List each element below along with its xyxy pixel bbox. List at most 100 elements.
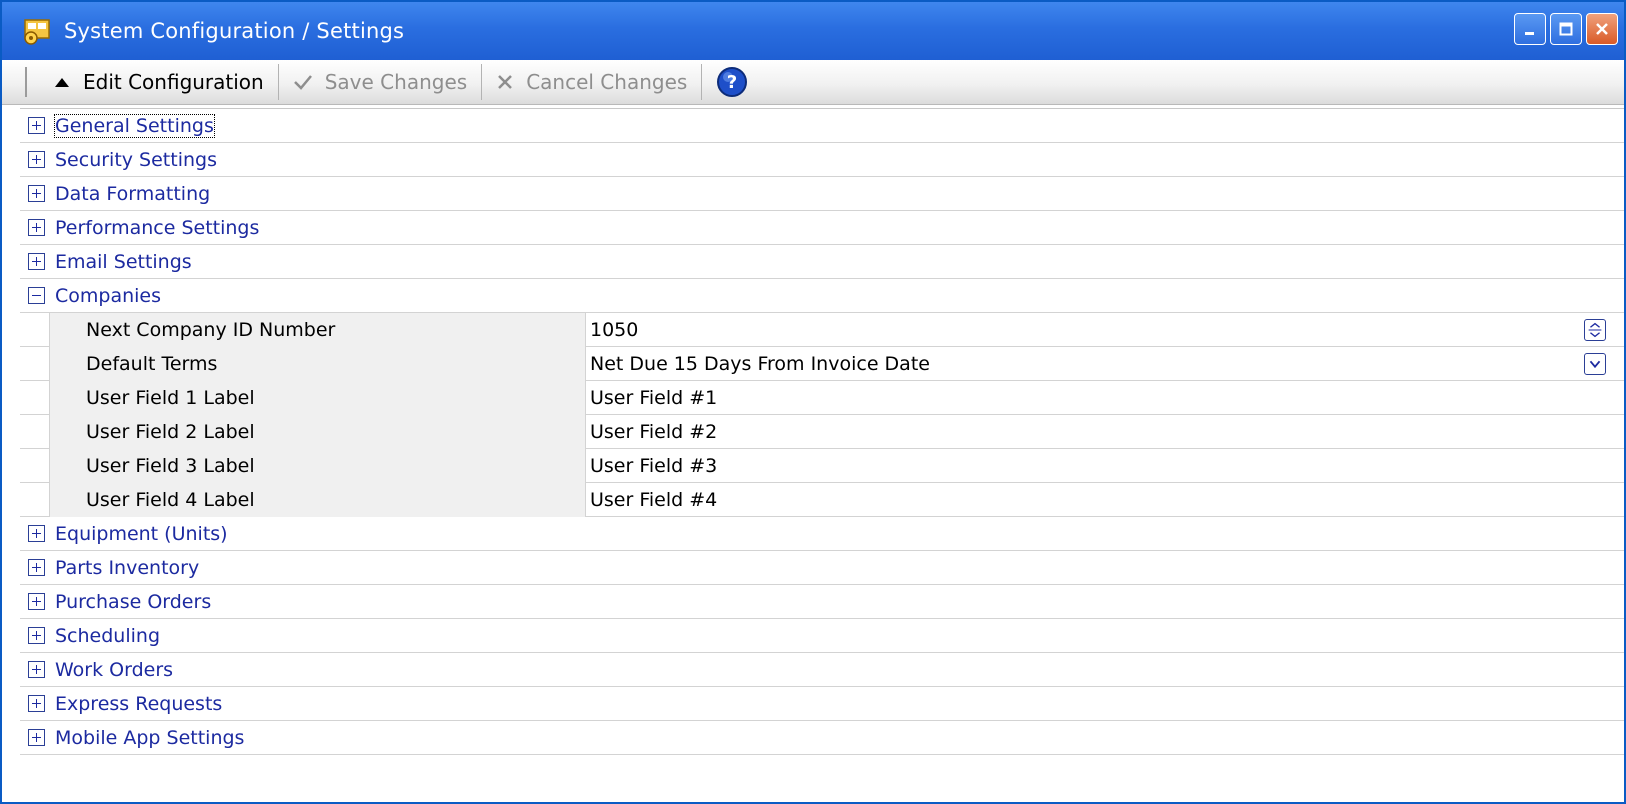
property-name: User Field 4 Label <box>50 482 586 517</box>
close-icon <box>1596 23 1608 35</box>
expand-icon[interactable] <box>28 729 45 746</box>
property-name: User Field 2 Label <box>50 414 586 449</box>
category-label: Email Settings <box>55 250 192 273</box>
category-label: Data Formatting <box>55 182 211 205</box>
property-row[interactable]: Default Terms Net Due 15 Days From Invoi… <box>20 346 1624 381</box>
row-indent <box>20 346 50 381</box>
category-label: General Settings <box>54 113 215 138</box>
category-row-mobile-app-settings[interactable]: Mobile App Settings <box>20 721 1624 755</box>
minimize-button[interactable] <box>1514 13 1546 45</box>
window-controls <box>1514 13 1618 45</box>
property-row[interactable]: User Field 1 Label User Field #1 <box>20 380 1624 415</box>
expand-icon[interactable] <box>28 253 45 270</box>
triangle-up-icon <box>55 78 69 87</box>
maximize-icon <box>1559 22 1573 36</box>
category-label: Parts Inventory <box>55 556 200 579</box>
property-value-text: User Field #4 <box>590 488 718 511</box>
row-indent <box>20 482 50 517</box>
category-row-general-settings[interactable]: General Settings <box>20 109 1624 143</box>
category-row-companies[interactable]: Companies <box>20 279 1624 313</box>
cancel-changes-label: Cancel Changes <box>526 70 688 94</box>
expand-icon[interactable] <box>28 117 45 134</box>
property-value-text: Net Due 15 Days From Invoice Date <box>590 352 930 375</box>
settings-window: System Configuration / Settings Edit Con… <box>0 0 1626 804</box>
category-row-security-settings[interactable]: Security Settings <box>20 143 1624 177</box>
category-row-performance-settings[interactable]: Performance Settings <box>20 211 1624 245</box>
title-bar[interactable]: System Configuration / Settings <box>2 2 1624 60</box>
category-label: Express Requests <box>55 692 223 715</box>
category-label: Purchase Orders <box>55 590 212 613</box>
category-label: Scheduling <box>55 624 161 647</box>
expand-icon[interactable] <box>28 151 45 168</box>
collapse-icon[interactable] <box>28 287 45 304</box>
row-indent <box>20 414 50 449</box>
category-label: Performance Settings <box>55 216 260 239</box>
category-row-work-orders[interactable]: Work Orders <box>20 653 1624 687</box>
category-label: Companies <box>55 284 162 307</box>
toolbar-separator <box>701 64 703 100</box>
property-grid: General Settings Security Settings Data … <box>20 108 1624 801</box>
category-label: Security Settings <box>55 148 217 171</box>
spin-editor-icon[interactable] <box>1584 318 1606 341</box>
toolbar: Edit Configuration Save Changes Cancel C… <box>2 60 1624 105</box>
property-value-default-terms[interactable]: Net Due 15 Days From Invoice Date <box>586 347 1624 381</box>
expand-icon[interactable] <box>28 661 45 678</box>
category-row-equipment[interactable]: Equipment (Units) <box>20 517 1624 551</box>
expand-icon[interactable] <box>28 525 45 542</box>
category-label: Work Orders <box>55 658 174 681</box>
edit-configuration-label: Edit Configuration <box>83 70 264 94</box>
property-value-next-company-id[interactable]: 1050 <box>586 313 1624 347</box>
category-label: Equipment (Units) <box>55 522 228 545</box>
settings-window-icon <box>24 19 50 45</box>
expand-icon[interactable] <box>28 185 45 202</box>
save-changes-label: Save Changes <box>324 70 468 94</box>
row-indent <box>20 380 50 415</box>
category-row-express-requests[interactable]: Express Requests <box>20 687 1624 721</box>
category-row-purchase-orders[interactable]: Purchase Orders <box>20 585 1624 619</box>
expand-icon[interactable] <box>28 559 45 576</box>
cancel-changes-button[interactable]: Cancel Changes <box>488 60 695 104</box>
property-value-text: User Field #2 <box>590 420 718 443</box>
property-row[interactable]: User Field 4 Label User Field #4 <box>20 482 1624 517</box>
help-button[interactable]: ? <box>708 60 756 104</box>
property-row[interactable]: User Field 2 Label User Field #2 <box>20 414 1624 449</box>
property-value-text: User Field #1 <box>590 386 718 409</box>
row-indent <box>20 448 50 483</box>
help-icon: ? <box>717 67 748 97</box>
category-label: Mobile App Settings <box>55 726 245 749</box>
property-value-user-field-2[interactable]: User Field #2 <box>586 415 1624 449</box>
property-value-text: 1050 <box>590 318 639 341</box>
property-value-user-field-3[interactable]: User Field #3 <box>586 449 1624 483</box>
toolbar-grip[interactable] <box>25 67 27 97</box>
close-button[interactable] <box>1586 13 1618 45</box>
property-value-user-field-1[interactable]: User Field #1 <box>586 381 1624 415</box>
property-row[interactable]: User Field 3 Label User Field #3 <box>20 448 1624 483</box>
minimize-icon <box>1525 32 1534 35</box>
category-row-scheduling[interactable]: Scheduling <box>20 619 1624 653</box>
window-title: System Configuration / Settings <box>64 19 405 43</box>
dropdown-chevron-icon[interactable] <box>1584 352 1606 375</box>
expand-icon[interactable] <box>28 219 45 236</box>
toolbar-separator <box>481 64 483 100</box>
property-name: Default Terms <box>50 346 586 381</box>
toolbar-separator <box>277 64 279 100</box>
row-indent <box>20 312 50 347</box>
edit-configuration-button[interactable]: Edit Configuration <box>45 60 272 104</box>
save-changes-button[interactable]: Save Changes <box>285 60 475 104</box>
category-row-data-formatting[interactable]: Data Formatting <box>20 177 1624 211</box>
category-row-parts-inventory[interactable]: Parts Inventory <box>20 551 1624 585</box>
property-name: User Field 1 Label <box>50 380 586 415</box>
category-row-email-settings[interactable]: Email Settings <box>20 245 1624 279</box>
property-value-text: User Field #3 <box>590 454 718 477</box>
property-name: Next Company ID Number <box>50 312 586 347</box>
maximize-button[interactable] <box>1550 13 1582 45</box>
expand-icon[interactable] <box>28 593 45 610</box>
property-name: User Field 3 Label <box>50 448 586 483</box>
property-value-user-field-4[interactable]: User Field #4 <box>586 483 1624 517</box>
expand-icon[interactable] <box>28 627 45 644</box>
expand-icon[interactable] <box>28 695 45 712</box>
svg-text:?: ? <box>727 72 737 93</box>
x-icon <box>498 75 513 89</box>
checkmark-icon <box>293 75 312 90</box>
property-row[interactable]: Next Company ID Number 1050 <box>20 312 1624 347</box>
